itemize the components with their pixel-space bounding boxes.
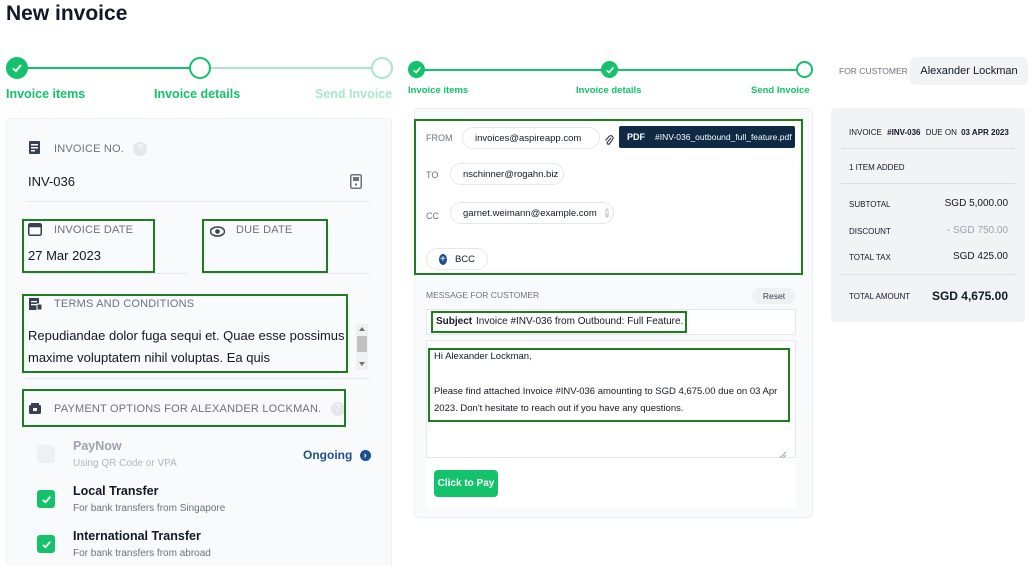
for-customer-label: FOR CUSTOMER	[839, 66, 908, 76]
paynow-title: PayNow	[73, 439, 122, 453]
customer-name[interactable]: Alexander Lockman	[910, 57, 1028, 85]
page-title: New invoice	[6, 2, 128, 25]
international-transfer-checkbox[interactable]	[37, 535, 55, 553]
highlight-terms	[22, 294, 348, 373]
divider	[841, 183, 1015, 184]
stepper-line-upcoming	[210, 67, 372, 69]
step-invoice-items[interactable]	[6, 57, 28, 79]
paynow-subtitle: Using QR Code or VPA	[73, 458, 177, 469]
divider	[26, 201, 370, 202]
step-label-invoice-items[interactable]: Invoice items	[6, 87, 85, 101]
summary-invoice-line: INVOICE #INV-036 DUE ON 03 APR 2023	[849, 128, 1009, 137]
reset-button[interactable]: Reset	[752, 288, 796, 304]
items-added: 1 ITEM ADDED	[849, 163, 905, 172]
local-transfer-subtitle: For bank transfers from Singapore	[73, 503, 226, 514]
check-icon	[41, 495, 51, 504]
step-send-invoice[interactable]	[371, 57, 393, 79]
paynow-checkbox[interactable]	[37, 445, 55, 463]
highlight-invoice-date	[22, 219, 155, 273]
click-to-pay-button[interactable]: Click to Pay	[434, 470, 498, 497]
discount-value: - SGD 750.00	[946, 225, 1008, 236]
subtotal-label: SUBTOTAL	[849, 200, 891, 209]
divider	[202, 273, 370, 274]
help-icon[interactable]: ?	[133, 142, 148, 156]
step-send-send-invoice[interactable]	[796, 61, 813, 78]
stepper-line-done	[18, 67, 190, 69]
step-send-invoice-details[interactable]	[601, 61, 618, 78]
divider	[841, 148, 1015, 149]
divider	[841, 274, 1015, 275]
step-label-send-invoice[interactable]: Send Invoice	[315, 87, 392, 101]
step-send-label-items[interactable]: Invoice items	[408, 85, 468, 96]
step-invoice-details[interactable]	[189, 57, 211, 79]
chevron-right-icon: ›	[359, 450, 371, 462]
check-icon	[41, 540, 51, 549]
terms-scrollbar[interactable]	[356, 324, 368, 370]
step-label-invoice-details[interactable]: Invoice details	[154, 87, 240, 101]
subtotal-value: SGD 5,000.00	[944, 198, 1008, 209]
invoice-no-label: INVOICE NO. ?	[54, 142, 148, 156]
check-icon	[412, 66, 421, 74]
international-transfer-title: International Transfer	[73, 529, 201, 543]
discount-label: DISCOUNT	[849, 227, 891, 236]
check-icon	[605, 66, 614, 74]
step-send-invoice-items[interactable]	[408, 61, 425, 78]
local-transfer-title: Local Transfer	[73, 484, 159, 498]
highlight-payment-options	[22, 389, 346, 427]
highlight-due-date	[202, 219, 328, 273]
message-label: MESSAGE FOR CUSTOMER	[426, 290, 540, 300]
international-transfer-subtitle: For bank transfers from abroad	[73, 548, 211, 559]
paynow-status-link[interactable]: Ongoing ›	[303, 448, 371, 462]
calculator-icon[interactable]	[350, 174, 362, 194]
highlight-subject	[431, 311, 687, 333]
local-transfer-checkbox[interactable]	[37, 490, 55, 508]
highlight-message	[428, 348, 790, 422]
divider	[26, 273, 188, 274]
invoice-no-field[interactable]: INV-036	[28, 174, 75, 189]
invoice-doc-icon	[28, 140, 41, 160]
divider	[26, 378, 370, 379]
total-label: TOTAL AMOUNT	[849, 292, 911, 301]
tax-label: TOTAL TAX	[849, 253, 891, 262]
step-send-label-send[interactable]: Send Invoice	[751, 85, 810, 96]
highlight-recipients	[414, 119, 803, 275]
tax-value: SGD 425.00	[952, 251, 1008, 262]
total-value: SGD 4,675.00	[931, 289, 1008, 303]
step-send-label-details[interactable]: Invoice details	[576, 85, 641, 96]
check-icon	[12, 64, 22, 73]
